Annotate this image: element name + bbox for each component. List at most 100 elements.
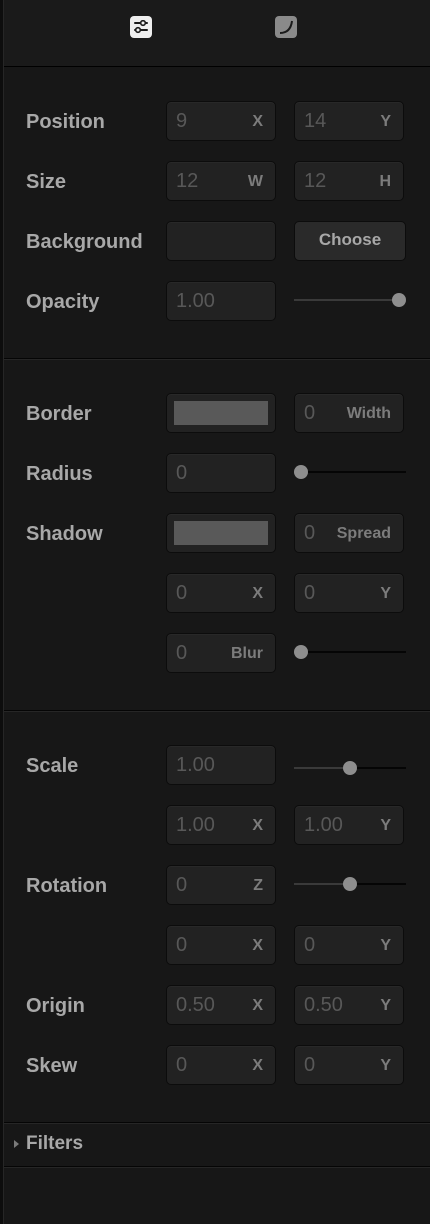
position-y-input[interactable]: 14 Y	[294, 101, 404, 141]
border-width-value: 0	[304, 402, 316, 424]
size-label: Size	[26, 171, 67, 193]
x-suffix: X	[252, 937, 263, 954]
rotation-slider[interactable]	[294, 874, 406, 894]
rotation-y-input[interactable]: 0 Y	[294, 925, 404, 965]
scale-label: Scale	[26, 755, 79, 777]
slider-track	[294, 651, 406, 653]
scale-x-input[interactable]: 1.00 X	[166, 805, 276, 845]
scale-y-input[interactable]: 1.00 Y	[294, 805, 404, 845]
size-w-input[interactable]: 12 W	[166, 161, 276, 201]
opacity-label: Opacity	[26, 291, 100, 313]
rotation-z-input[interactable]: 0 Z	[166, 865, 276, 905]
position-label: Position	[26, 111, 105, 133]
background-color-swatch[interactable]	[166, 221, 276, 261]
origin-y-input[interactable]: 0.50 Y	[294, 985, 404, 1025]
x-suffix: X	[252, 1057, 263, 1074]
shadow-label: Shadow	[26, 523, 103, 545]
shadow-blur-value: 0	[176, 642, 188, 664]
skew-y-input[interactable]: 0 Y	[294, 1045, 404, 1085]
slider-knob[interactable]	[343, 877, 357, 891]
shadow-spread-value: 0	[304, 522, 316, 544]
shadow-blur-input[interactable]: 0 Blur	[166, 633, 276, 673]
origin-label: Origin	[26, 995, 85, 1017]
border-color-swatch[interactable]	[166, 393, 276, 433]
z-suffix: Z	[253, 877, 263, 894]
y-suffix: Y	[380, 937, 391, 954]
origin-x-input[interactable]: 0.50 X	[166, 985, 276, 1025]
size-h-input[interactable]: 12 H	[294, 161, 404, 201]
y-suffix: Y	[380, 817, 391, 834]
scale-slider[interactable]	[294, 758, 406, 778]
width-suffix: Width	[346, 405, 391, 422]
slider-knob[interactable]	[392, 293, 406, 307]
y-suffix: Y	[380, 1057, 391, 1074]
curve-icon[interactable]	[275, 16, 297, 38]
shadow-x-input[interactable]: 0 X	[166, 573, 276, 613]
toolbar	[4, 0, 430, 67]
h-suffix: H	[379, 173, 391, 190]
blur-slider[interactable]	[294, 642, 406, 662]
opacity-input[interactable]: 1.00	[166, 281, 276, 321]
shadow-spread-input[interactable]: 0 Spread	[294, 513, 404, 553]
rotation-z-value: 0	[176, 874, 188, 896]
position-y-value: 14	[304, 110, 327, 132]
shadow-x-value: 0	[176, 582, 188, 604]
origin-y-value: 0.50	[304, 994, 343, 1016]
shadow-color-fill	[174, 521, 268, 545]
skew-x-input[interactable]: 0 X	[166, 1045, 276, 1085]
shadow-color-swatch[interactable]	[166, 513, 276, 553]
size-w-value: 12	[176, 170, 199, 192]
opacity-slider[interactable]	[294, 290, 406, 310]
slider-knob[interactable]	[294, 645, 308, 659]
position-x-value: 9	[176, 110, 188, 132]
scale-value: 1.00	[176, 754, 215, 776]
y-suffix: Y	[380, 997, 391, 1014]
filters-section-header[interactable]: Filters	[4, 1124, 430, 1166]
skew-label: Skew	[26, 1055, 78, 1077]
scale-x-value: 1.00	[176, 814, 215, 836]
rotation-y-value: 0	[304, 934, 316, 956]
scale-y-value: 1.00	[304, 814, 343, 836]
radius-label: Radius	[26, 463, 93, 485]
sliders-icon[interactable]	[130, 16, 152, 38]
shadow-y-value: 0	[304, 582, 316, 604]
radius-value: 0	[176, 462, 188, 484]
shadow-y-input[interactable]: 0 Y	[294, 573, 404, 613]
skew-x-value: 0	[176, 1054, 188, 1076]
section-divider	[4, 1166, 430, 1167]
rotation-label: Rotation	[26, 875, 108, 897]
filters-label: Filters	[26, 1133, 84, 1154]
x-suffix: X	[252, 113, 263, 130]
x-suffix: X	[252, 817, 263, 834]
choose-button[interactable]: Choose	[294, 221, 406, 261]
slider-knob[interactable]	[343, 761, 357, 775]
slider-track	[294, 299, 406, 301]
border-width-input[interactable]: 0 Width	[294, 393, 404, 433]
radius-input[interactable]: 0	[166, 453, 276, 493]
origin-x-value: 0.50	[176, 994, 215, 1016]
opacity-value: 1.00	[176, 290, 215, 312]
size-h-value: 12	[304, 170, 327, 192]
radius-slider[interactable]	[294, 462, 406, 482]
y-suffix: Y	[380, 585, 391, 602]
w-suffix: W	[247, 173, 263, 190]
position-x-input[interactable]: 9 X	[166, 101, 276, 141]
section-divider	[4, 710, 430, 711]
section-divider	[4, 1122, 430, 1123]
border-color-fill	[174, 401, 268, 425]
rotation-x-value: 0	[176, 934, 188, 956]
blur-suffix: Blur	[231, 645, 263, 662]
border-label: Border	[26, 403, 92, 425]
section-divider	[4, 358, 430, 359]
rotation-x-input[interactable]: 0 X	[166, 925, 276, 965]
slider-knob[interactable]	[294, 465, 308, 479]
slider-track	[294, 471, 406, 473]
disclosure-triangle-icon[interactable]	[14, 1140, 19, 1148]
panel-left-edge	[0, 0, 4, 1224]
scale-input[interactable]: 1.00	[166, 745, 276, 785]
x-suffix: X	[252, 585, 263, 602]
background-label: Background	[26, 231, 143, 253]
spread-suffix: Spread	[336, 525, 391, 542]
y-suffix: Y	[380, 113, 391, 130]
x-suffix: X	[252, 997, 263, 1014]
